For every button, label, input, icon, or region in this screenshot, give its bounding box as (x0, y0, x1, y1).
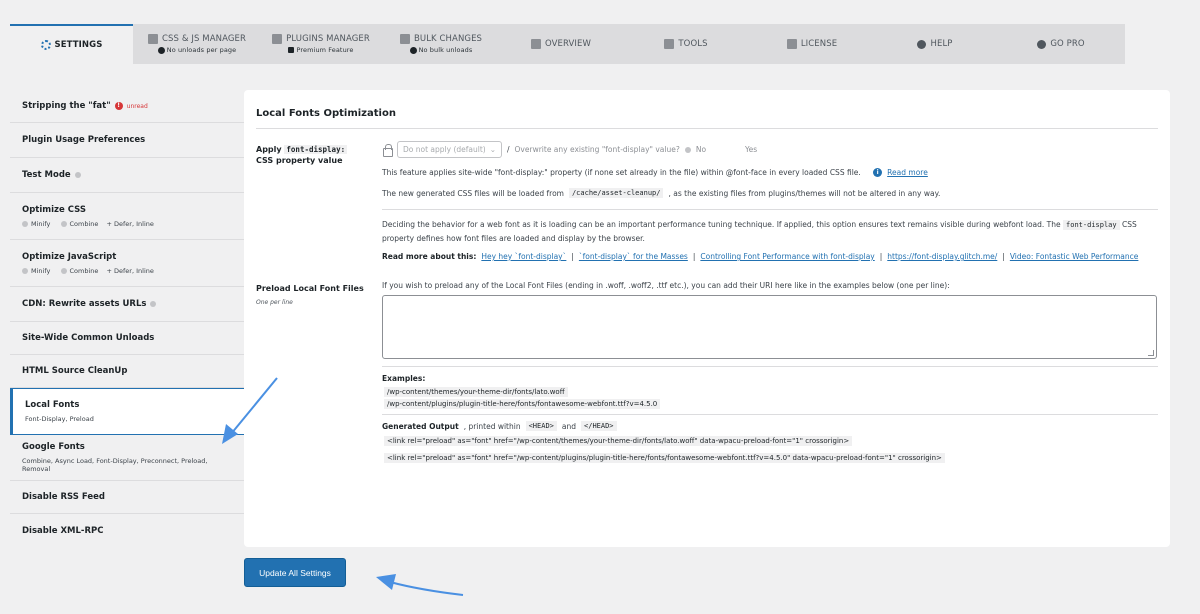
read-more-link[interactable]: Read more (887, 168, 928, 177)
info-icon: i (873, 168, 883, 177)
sidebar-item-test-mode[interactable]: Test Mode (10, 158, 245, 193)
tab-license[interactable]: LICENSE (751, 24, 873, 64)
status-dot-icon (60, 267, 67, 274)
output-line: <link rel="preload" as="font" href="/wp-… (384, 453, 945, 463)
tab-overview[interactable]: OVERVIEW (501, 24, 621, 64)
sidebar-item-html-cleanup[interactable]: HTML Source CleanUp (10, 355, 245, 388)
sidebar-item-site-wide-unloads[interactable]: Site-Wide Common Unloads (10, 322, 245, 355)
sidebar-item-stripping-fat[interactable]: Stripping the "fat"! unread (10, 90, 245, 123)
annotation-arrow-icon (389, 581, 464, 596)
cache-description: The new generated CSS files will be load… (382, 188, 941, 198)
boxes-icon (399, 34, 410, 44)
sidebar-item-disable-rss[interactable]: Disable RSS Feed (10, 481, 245, 514)
wrench-icon (664, 39, 675, 49)
radio-no[interactable] (684, 146, 691, 153)
divider (382, 209, 1158, 210)
divider (382, 366, 1158, 367)
read-more-links: Read more about this: Hey hey `font-disp… (382, 252, 1139, 261)
sidebar-item-disable-xmlrpc[interactable]: Disable XML-RPC (10, 514, 245, 547)
font-display-controls: Do not apply (default) ⌄ / Overwrite any … (382, 141, 757, 158)
example-line: /wp-content/plugins/plugin-title-here/fo… (384, 399, 661, 409)
chevron-down-icon: ⌄ (489, 145, 496, 154)
star-icon (1037, 39, 1047, 49)
status-dot-icon (22, 267, 28, 274)
sidebar-item-local-fonts[interactable]: Local Fonts Font-Display, Preload (10, 388, 245, 435)
sidebar-item-optimize-css[interactable]: Optimize CSS Minify Combine + Defer, Inl… (10, 193, 245, 240)
tab-tools[interactable]: TOOLS (621, 24, 751, 64)
alert-icon: ! (114, 102, 123, 110)
sidebar-item-optimize-js[interactable]: Optimize JavaScript Minify Combine + Def… (10, 240, 245, 287)
preload-description: If you wish to preload any of the Local … (382, 281, 950, 290)
tab-settings[interactable]: SETTINGS (10, 24, 133, 64)
gear-icon (40, 40, 51, 50)
lock-icon (382, 144, 393, 157)
status-dot-icon (60, 220, 67, 227)
link-font-display-glitch[interactable]: https://font-display.glitch.me/ (887, 252, 997, 261)
link-font-display-masses[interactable]: `font-display` for the Masses (579, 252, 688, 261)
preload-fonts-textarea[interactable] (382, 295, 1157, 359)
license-icon (786, 39, 797, 49)
link-fontastic-video[interactable]: Video: Fontastic Web Performance (1010, 252, 1139, 261)
link-controlling-font-performance[interactable]: Controlling Font Performance with font-d… (700, 252, 874, 261)
tab-css-js-manager[interactable]: CSS & JS MANAGER No unloads per page (133, 24, 261, 64)
status-dot-icon (74, 172, 81, 178)
tab-bulk-changes[interactable]: BULK CHANGES No bulk unloads (381, 24, 501, 64)
file-code-icon (148, 34, 158, 44)
generated-output-label: Generated Output, printed within <HEAD> an… (382, 421, 617, 431)
example-line: /wp-content/themes/your-theme-dir/fonts/… (384, 387, 568, 397)
info-icon (157, 46, 165, 54)
status-dot-icon (22, 220, 28, 227)
tab-plugins-manager[interactable]: PLUGINS MANAGER Premium Feature (261, 24, 381, 64)
font-display-label: Apply font-display: CSS property value (256, 145, 348, 165)
divider (382, 414, 1158, 415)
document-icon (530, 39, 541, 49)
font-display-select[interactable]: Do not apply (default) ⌄ (397, 141, 502, 158)
lock-icon (288, 47, 295, 53)
status-dot-icon (150, 301, 157, 307)
local-fonts-panel: Local Fonts Optimization Apply font-disp… (244, 90, 1170, 547)
sidebar-item-google-fonts[interactable]: Google Fonts Combine, Async Load, Font-D… (10, 435, 245, 481)
link-hey-hey-font-display[interactable]: Hey hey `font-display` (481, 252, 566, 261)
sidebar-item-cdn[interactable]: CDN: Rewrite assets URLs (10, 287, 245, 322)
preload-label: Preload Local Font Files One per line (256, 284, 364, 306)
divider (256, 128, 1158, 129)
top-tab-bar: SETTINGS CSS & JS MANAGER No unloads per… (10, 24, 1125, 64)
settings-sidebar: Stripping the "fat"! unread Plugin Usage … (10, 90, 245, 547)
sidebar-item-plugin-usage[interactable]: Plugin Usage Preferences (10, 123, 245, 158)
tab-go-pro[interactable]: GO PRO (997, 24, 1125, 64)
font-display-description: This feature applies site-wide "font-dis… (382, 168, 928, 177)
info-icon (409, 46, 417, 54)
update-all-settings-button[interactable]: Update All Settings (244, 558, 346, 587)
font-display-explanation: Deciding the behavior for a web font as … (382, 220, 1137, 243)
page-title: Local Fonts Optimization (256, 108, 396, 119)
output-line: <link rel="preload" as="font" href="/wp-… (384, 436, 853, 446)
radio-yes[interactable] (734, 147, 740, 153)
examples-label: Examples: (382, 374, 426, 383)
lifebuoy-icon (917, 39, 927, 49)
tab-help[interactable]: HELP (873, 24, 997, 64)
plug-icon (272, 34, 283, 44)
annotation-arrow-icon (376, 574, 396, 590)
